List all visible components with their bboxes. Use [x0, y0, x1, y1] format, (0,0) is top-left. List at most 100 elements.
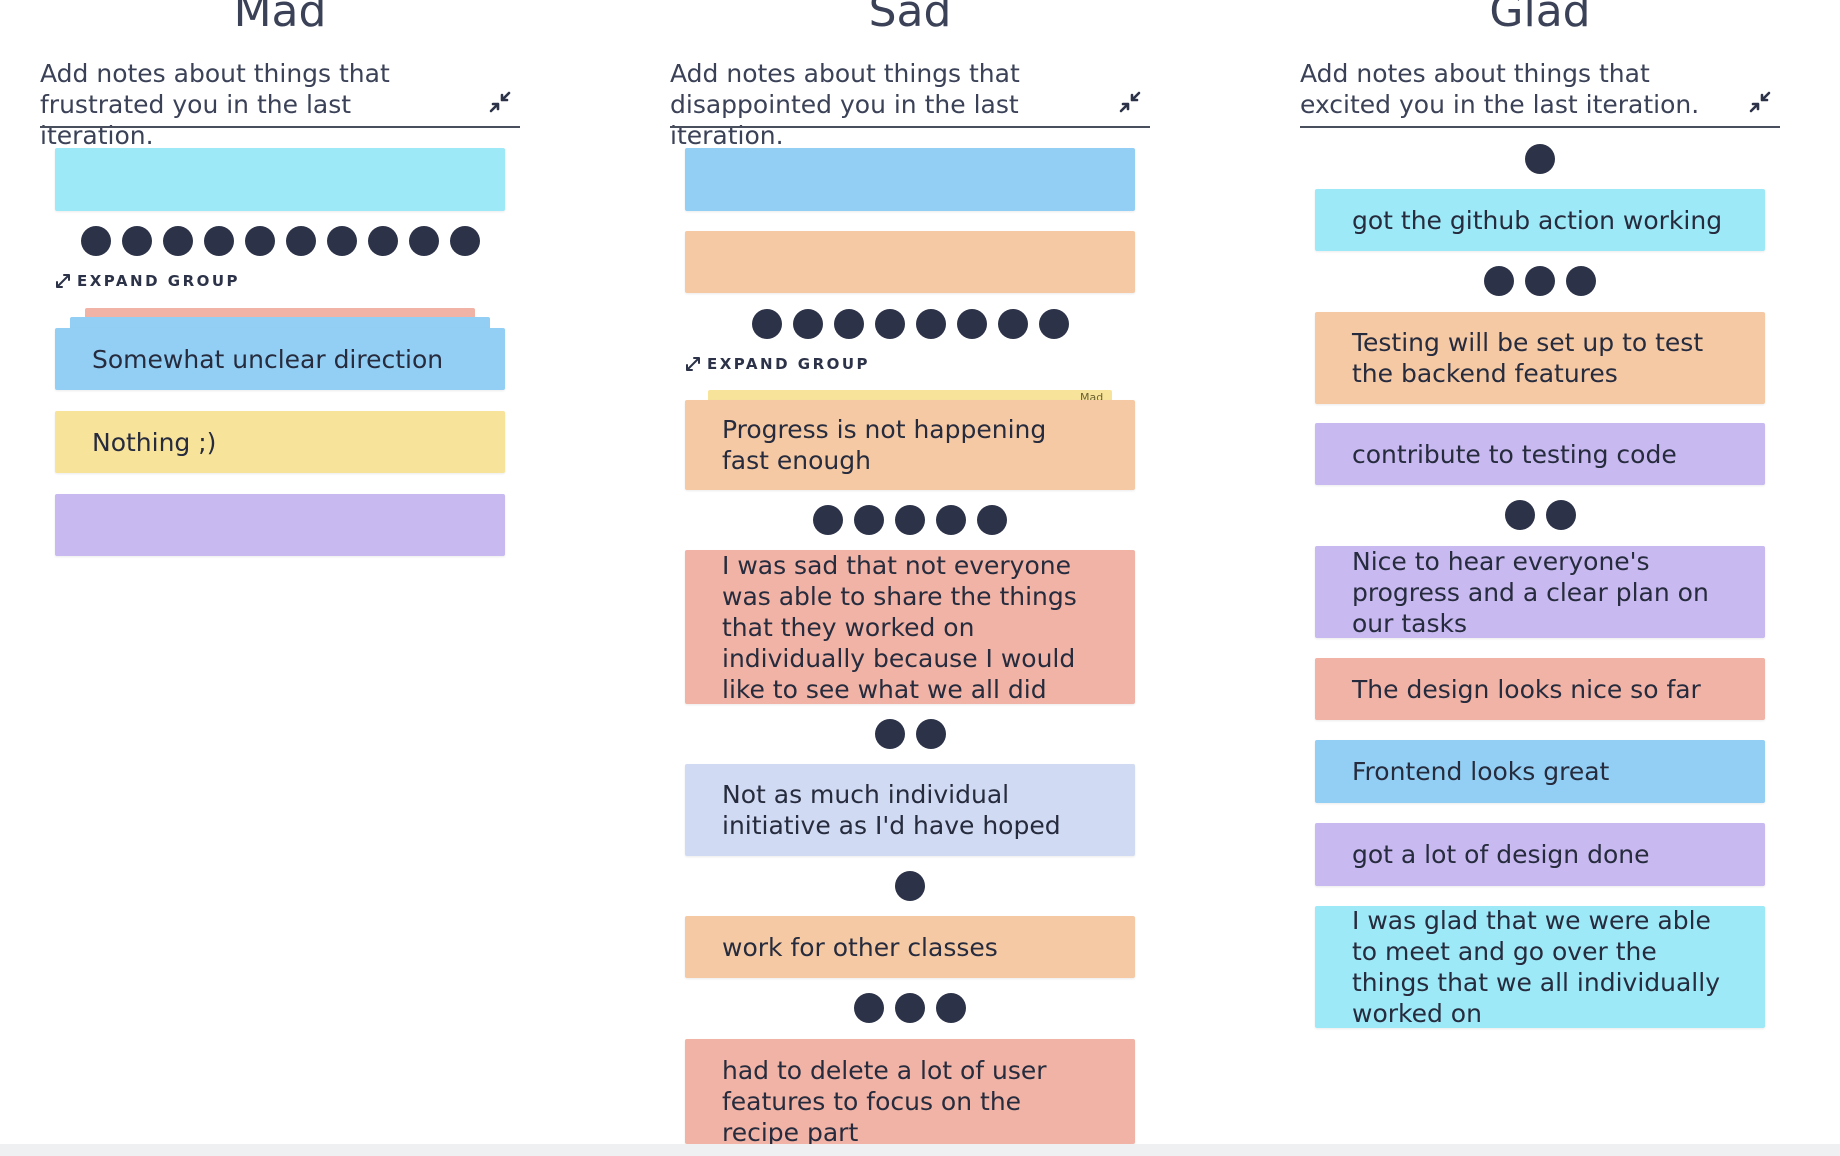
card-design-done[interactable]: got a lot of design done: [1315, 823, 1765, 886]
vote-dot: [121, 226, 152, 256]
vote-dot: [874, 309, 905, 339]
vote-dots-group: [685, 871, 1135, 901]
vote-dot: [1504, 500, 1535, 530]
column-title-sad: Sad: [868, 0, 952, 37]
card-progress-slow[interactable]: Progress is not happening fast enough: [685, 400, 1135, 490]
collapse-arrows-icon: [1119, 91, 1141, 113]
card-deleted-features[interactable]: had to delete a lot of user features to …: [685, 1039, 1135, 1147]
card-testing-code[interactable]: contribute to testing code: [1315, 423, 1765, 485]
vote-dot: [449, 226, 480, 256]
expand-group-button-sad[interactable]: EXPAND GROUP: [685, 355, 870, 373]
column-glad: Glad Add notes about things that excited…: [1300, 0, 1780, 1144]
card-individual-initiative[interactable]: Not as much individual initiative as I'd…: [685, 764, 1135, 856]
vote-dot: [874, 719, 905, 749]
expand-arrows-icon: [56, 274, 70, 288]
vote-dot: [854, 505, 884, 535]
card-text: Testing will be set up to test the backe…: [1352, 328, 1704, 388]
vote-dot: [895, 505, 925, 535]
expand-arrows-icon: [686, 357, 700, 371]
collapse-arrows-icon: [1749, 91, 1771, 113]
card-testing-setup[interactable]: Testing will be set up to test the backe…: [1315, 312, 1765, 404]
card-empty-lavender[interactable]: [55, 494, 505, 556]
collapse-column-button-glad[interactable]: [1746, 88, 1774, 116]
card-frontend-great[interactable]: Frontend looks great: [1315, 740, 1765, 803]
card-unclear-direction[interactable]: Somewhat unclear direction: [55, 328, 505, 390]
card-team-meeting[interactable]: I was glad that we were able to meet and…: [1315, 906, 1765, 1028]
column-divider: [40, 126, 520, 128]
card-empty-blue[interactable]: [685, 148, 1135, 211]
vote-dot: [813, 505, 843, 535]
vote-dot: [326, 226, 357, 256]
card-text: Progress is not happening fast enough: [722, 415, 1047, 475]
column-title-glad: Glad: [1489, 0, 1591, 37]
vote-dot: [1545, 500, 1576, 530]
vote-dot: [80, 226, 111, 256]
vote-dot: [956, 309, 987, 339]
card-sharing-work[interactable]: I was sad that not everyone was able to …: [685, 550, 1135, 704]
column-description-sad: Add notes about things that disappointed…: [670, 59, 1020, 150]
card-text: Nice to hear everyone's progress and a c…: [1352, 546, 1709, 638]
vote-dot: [1038, 309, 1069, 339]
card-text: Nothing ;): [92, 427, 217, 457]
vote-dot: [1484, 266, 1514, 296]
column-sad: Sad Add notes about things that disappoi…: [670, 0, 1150, 1147]
retro-board: Mad Add notes about things that frustrat…: [0, 0, 1840, 1156]
expand-group-label: EXPAND GROUP: [707, 355, 871, 373]
collapse-column-button-mad[interactable]: [486, 88, 514, 116]
card-text: got the github action working: [1352, 205, 1723, 235]
card-design-nice[interactable]: The design looks nice so far: [1315, 658, 1765, 720]
card-text: Somewhat unclear direction: [92, 344, 444, 374]
vote-dots-group: [1315, 266, 1765, 296]
vote-dot: [285, 226, 316, 256]
column-description-mad: Add notes about things that frustrated y…: [40, 59, 390, 150]
vote-dot: [915, 719, 946, 749]
card-text: I was glad that we were able to meet and…: [1352, 906, 1720, 1028]
vote-dot: [792, 309, 823, 339]
card-text: Frontend looks great: [1352, 757, 1610, 786]
vote-dot: [408, 226, 439, 256]
vote-dot: [936, 505, 966, 535]
vote-dots-group: [685, 719, 1135, 749]
bottom-scroll-area: [0, 1144, 1840, 1156]
vote-dots-group: [685, 309, 1135, 339]
vote-dot: [244, 226, 275, 256]
vote-dot: [1525, 266, 1555, 296]
card-text: The design looks nice so far: [1352, 674, 1701, 704]
column-title-mad: Mad: [233, 0, 327, 37]
card-text: Not as much individual initiative as I'd…: [722, 780, 1061, 840]
card-text: work for other classes: [722, 932, 998, 962]
column-description-glad: Add notes about things that excited you …: [1300, 59, 1700, 119]
card-text: had to delete a lot of user features to …: [722, 1056, 1047, 1147]
card-other-classes[interactable]: work for other classes: [685, 916, 1135, 978]
collapse-arrows-icon: [489, 91, 511, 113]
card-empty-peach[interactable]: [685, 231, 1135, 293]
expand-group-label: EXPAND GROUP: [77, 272, 241, 290]
vote-dot: [936, 993, 966, 1023]
vote-dot: [162, 226, 193, 256]
column-divider: [1300, 126, 1780, 128]
vote-dot: [854, 993, 884, 1023]
vote-dot: [1525, 144, 1555, 174]
vote-dot: [895, 871, 925, 901]
vote-dot: [997, 309, 1028, 339]
expand-group-button-mad[interactable]: EXPAND GROUP: [55, 272, 240, 290]
card-text: got a lot of design done: [1352, 840, 1650, 869]
column-mad: Mad Add notes about things that frustrat…: [40, 0, 520, 1144]
vote-dots-group: [1315, 144, 1765, 174]
vote-dots-group: [1315, 500, 1765, 530]
collapse-column-button-sad[interactable]: [1116, 88, 1144, 116]
vote-dot: [915, 309, 946, 339]
card-github-action[interactable]: got the github action working: [1315, 189, 1765, 251]
vote-dot: [977, 505, 1007, 535]
vote-dot: [895, 993, 925, 1023]
card-text: contribute to testing code: [1352, 439, 1677, 469]
vote-dot: [833, 309, 864, 339]
vote-dot: [367, 226, 398, 256]
card-empty-cyan[interactable]: [55, 148, 505, 211]
card-nothing[interactable]: Nothing ;): [55, 411, 505, 473]
vote-dot: [751, 309, 782, 339]
vote-dot: [1566, 266, 1596, 296]
card-progress-plan[interactable]: Nice to hear everyone's progress and a c…: [1315, 546, 1765, 638]
vote-dot: [203, 226, 234, 256]
vote-dots-group: [685, 505, 1135, 535]
